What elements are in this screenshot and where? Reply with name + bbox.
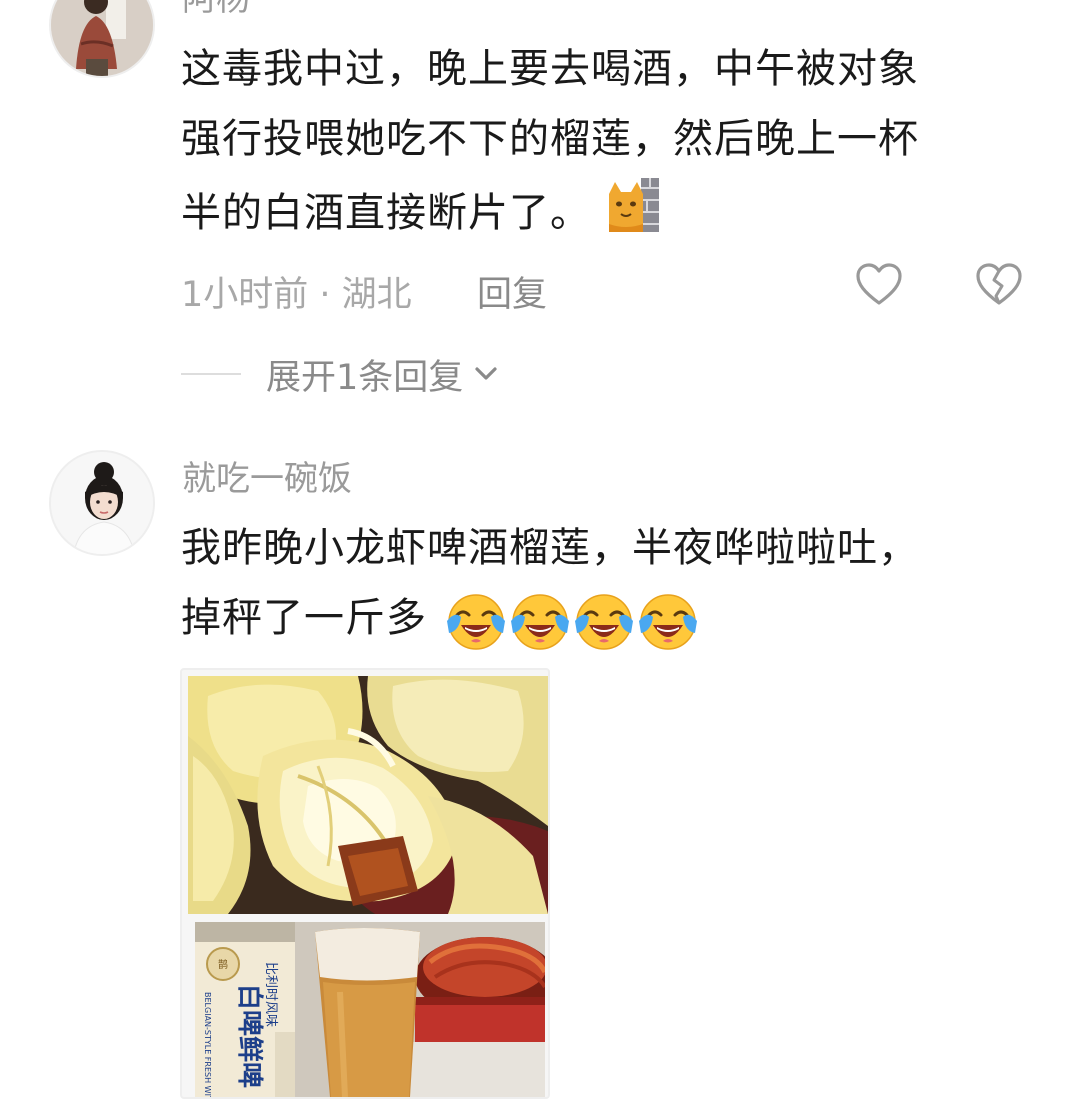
comment-username[interactable]: 就吃一碗饭 <box>182 462 352 496</box>
chevron-down-icon <box>475 367 497 380</box>
avatar[interactable] <box>49 0 155 78</box>
broken-heart-icon <box>976 263 1022 305</box>
cat-behind-wall-emoji <box>605 174 661 256</box>
can-label-line: 比利时风味 <box>263 962 278 1027</box>
comment-text: 这毒我中过，晚上要去喝酒，中午被对象 强行投喂她吃不下的榴莲，然后晚上一杯 半的… <box>181 34 919 256</box>
expand-replies-button[interactable]: 展开1条回复 <box>181 352 503 398</box>
can-small-label: BELGIAN-STYLE FRESH WITBIER <box>203 992 212 1097</box>
svg-text:鹊: 鹊 <box>218 958 228 971</box>
durian-flesh-photo <box>188 676 548 914</box>
emoji-row <box>445 585 701 655</box>
crying-laughing-face-emoji <box>574 594 633 650</box>
avatar-photo <box>51 0 153 76</box>
comment-location: 湖北 <box>341 275 412 315</box>
crying-laughing-face-emoji <box>446 594 505 650</box>
comment-text-segment: 强行投喂她吃不下的榴莲，然后晚上一杯 <box>181 116 919 162</box>
comment-text-line: 掉秤了一斤多 <box>181 583 919 655</box>
avatar[interactable] <box>49 450 155 556</box>
comment-text-segment: 掉秤了一斤多 <box>181 595 427 641</box>
comment-time: 1小时前 <box>181 275 309 315</box>
can-label-line: 白啤鲜啤 <box>234 984 265 1088</box>
like-button[interactable] <box>854 260 904 310</box>
comment-text: 我昨晚小龙虾啤酒榴莲，半夜哗啦啦吐， 掉秤了一斤多 <box>181 513 919 655</box>
crying-laughing-face-emoji <box>638 594 697 650</box>
comment-photo[interactable]: 鹊 比利时风味 白啤鲜啤 BELGIAN-STYLE FRESH WITBIER <box>180 668 550 1099</box>
comment-text-line: 我昨晚小龙虾啤酒榴莲，半夜哗啦啦吐， <box>181 525 919 571</box>
heart-outline-icon <box>856 263 902 305</box>
comment-text-segment: 半的白酒直接断片了。 <box>181 190 591 236</box>
expand-replies-label: 展开1条回复 <box>266 357 464 398</box>
beer-and-crayfish-photo: 鹊 比利时风味 白啤鲜啤 BELGIAN-STYLE FRESH WITBIER <box>195 922 545 1097</box>
comment-text-line: 半的白酒直接断片了。 <box>181 174 919 256</box>
comment-username[interactable]: 阿杨 <box>182 0 250 16</box>
crying-laughing-face-emoji <box>510 594 569 650</box>
comment-text-line: 这毒我中过，晚上要去喝酒，中午被对象 <box>181 46 919 92</box>
comment-meta: 1小时前 · 湖北 <box>181 266 412 317</box>
meta-separator: · <box>308 275 342 315</box>
reply-button[interactable]: 回复 <box>477 266 547 317</box>
comment-text-line: 强行投喂她吃不下的榴莲，然后晚上一杯 <box>181 104 919 174</box>
divider-line <box>181 373 241 375</box>
avatar-photo <box>51 452 153 554</box>
dislike-button[interactable] <box>974 260 1024 310</box>
